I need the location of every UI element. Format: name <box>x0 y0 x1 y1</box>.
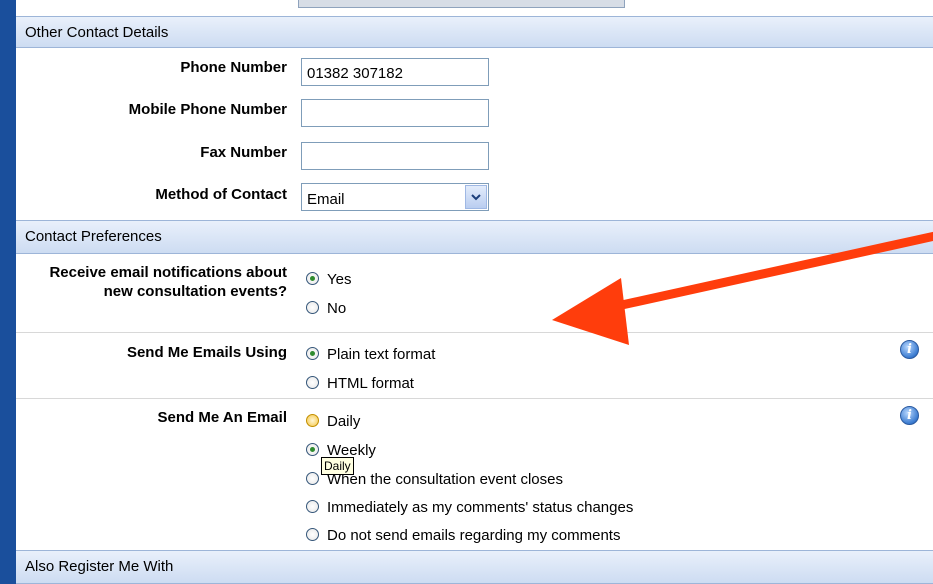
annotation-arrow <box>552 231 933 345</box>
